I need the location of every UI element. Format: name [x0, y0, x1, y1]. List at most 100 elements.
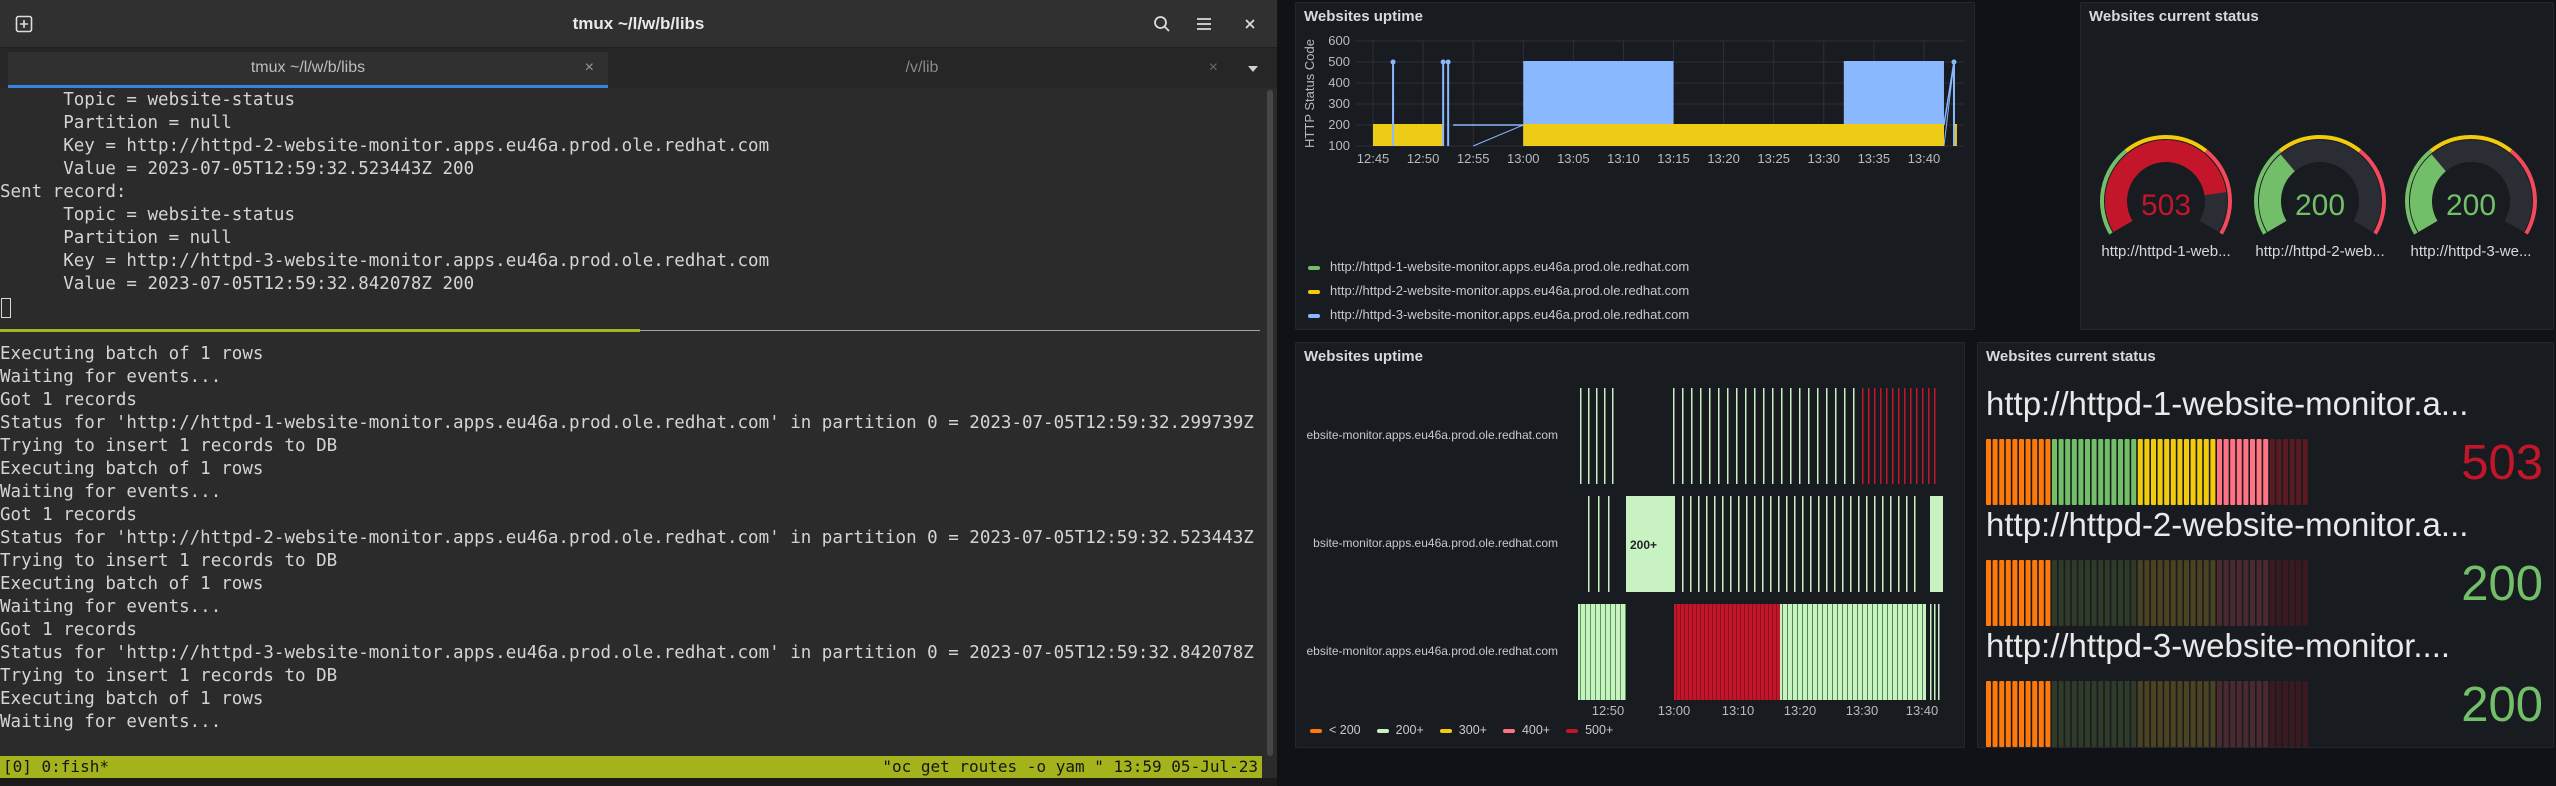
sparkline-bar — [2256, 681, 2262, 747]
legend-item[interactable]: http://httpd-1-website-monitor.apps.eu46… — [1308, 257, 1689, 277]
stat-sparkline — [1986, 681, 2308, 747]
series-area — [1373, 125, 1444, 146]
state-tick — [1867, 604, 1868, 700]
legend-item[interactable]: http://httpd-3-website-monitor.apps.eu46… — [1308, 305, 1689, 325]
state-tick — [1938, 604, 1940, 700]
state-tick — [1700, 604, 1701, 700]
terminal-line: Got 1 records — [0, 505, 137, 525]
state-tick — [1610, 604, 1611, 700]
tab-label: tmux ~/l/w/b/libs — [250, 59, 366, 76]
sparkline-bar — [2236, 681, 2242, 747]
tab-vlib[interactable]: /v/lib × — [612, 52, 1232, 88]
pane-divider[interactable] — [640, 330, 1260, 331]
stat-item[interactable]: http://httpd-3-website-monitor.... 200 — [1986, 627, 2551, 747]
sparkline-bar — [2091, 560, 2097, 626]
state-tick — [1866, 496, 1868, 592]
stat-sparkline — [1986, 439, 2308, 505]
tab-close-icon[interactable]: × — [1209, 52, 1218, 84]
uptime-timeseries-panel[interactable]: Websites uptime 100 200 300 400 500 600 12:45 1… — [1295, 2, 1975, 330]
stat-item[interactable]: http://httpd-1-website-monitor.a... 503 — [1986, 385, 2551, 505]
sparkline-bar — [2302, 681, 2308, 747]
x-tick-label: 13:40 — [1908, 151, 1941, 166]
sparkline-bar — [2302, 560, 2308, 626]
close-window-button[interactable] — [1234, 8, 1266, 40]
terminal-scrollbar[interactable] — [1267, 90, 1273, 756]
sparkline-bar — [2091, 681, 2097, 747]
legend-swatch — [1310, 728, 1322, 733]
legend-item[interactable]: 200+ — [1376, 723, 1424, 737]
state-tick — [1810, 496, 1812, 592]
uptime-timeseries-chart[interactable]: 100 200 300 400 500 600 12:45 12:50 12:55 13:00 13… — [1296, 31, 1975, 271]
stat-url: http://httpd-2-website-monitor.a... — [1986, 506, 2469, 543]
pane-divider-active[interactable] — [0, 329, 640, 332]
sparkline-bar — [2269, 681, 2275, 747]
state-tick — [1794, 496, 1796, 592]
sparkline-bar — [2289, 439, 2295, 505]
x-tick-label: 13:15 — [1657, 151, 1690, 166]
legend-swatch — [1439, 728, 1452, 733]
state-tick — [1770, 496, 1772, 592]
tmux-window-list[interactable]: [0] 0:fish* — [3, 756, 109, 778]
terminal-line: Sent record: — [0, 182, 127, 202]
sparkline-bar — [2170, 681, 2176, 747]
state-tick — [1818, 496, 1820, 592]
legend-item[interactable]: 300+ — [1439, 723, 1487, 737]
uptime-history-chart[interactable]: 200+ 12:50 13:00 13:10 13:20 13:30 13:40 — [1296, 343, 1965, 723]
state-tick — [1608, 496, 1610, 592]
sparkline-bar — [2078, 560, 2084, 626]
state-tick — [1904, 388, 1906, 484]
x-tick-label: 13:00 — [1658, 703, 1691, 718]
panel-title: Websites current status — [2089, 8, 2259, 25]
tab-close-icon[interactable]: × — [585, 52, 594, 84]
sparkline-bar — [2005, 560, 2011, 626]
terminal-line: Partition = null — [0, 113, 232, 133]
sparkline-bar — [2038, 560, 2044, 626]
y-tick-label: 400 — [1328, 75, 1350, 90]
legend-item[interactable]: < 200 — [1310, 723, 1361, 737]
state-tick — [1802, 604, 1803, 700]
status-gauge-panel[interactable]: Websites current status 503 http://httpd-… — [2080, 2, 2554, 330]
sparkline-bar — [2019, 681, 2024, 747]
legend-item[interactable]: http://httpd-2-website-monitor.apps.eu46… — [1308, 281, 1689, 301]
state-tick — [1682, 496, 1684, 592]
state-tick — [1874, 496, 1876, 592]
stat-url: http://httpd-3-website-monitor.... — [1986, 627, 2451, 664]
state-tick — [1615, 604, 1616, 700]
sparkline-bar — [2283, 560, 2288, 626]
state-tick — [1762, 496, 1764, 592]
state-tick — [1604, 388, 1606, 484]
sparkline-bar — [2263, 560, 2269, 626]
main-menu-button[interactable] — [1188, 8, 1220, 40]
status-stat-panel[interactable]: Websites current status http://httpd-1-w… — [1977, 342, 2554, 748]
sparkline-bar — [2038, 439, 2044, 505]
tab-list-button[interactable] — [1242, 58, 1264, 80]
terminal-line: Waiting for events... — [0, 712, 222, 732]
sparkline-bar — [2197, 681, 2203, 747]
sparkline-bar — [2098, 560, 2104, 626]
terminal-line: Key = http://httpd-3-website-monitor.app… — [0, 251, 770, 271]
sparkline-bar — [2131, 681, 2137, 747]
state-tick — [1718, 388, 1720, 484]
state-tick — [1732, 604, 1733, 700]
uptime-history-panel[interactable]: Websites uptime ebsite-monitor.apps.eu46… — [1295, 342, 1965, 748]
tmux-pane-top[interactable]: Topic = website-status Partition = null … — [0, 88, 1260, 328]
state-tick — [1752, 604, 1753, 700]
state-tick — [1772, 388, 1774, 484]
legend-item[interactable]: 500+ — [1566, 723, 1613, 737]
sparkline-bar — [2250, 560, 2255, 626]
stat-item[interactable]: http://httpd-2-website-monitor.a... 200 — [1986, 506, 2551, 626]
legend-item[interactable]: 400+ — [1502, 723, 1550, 737]
state-tick — [1727, 388, 1729, 484]
x-tick-label: 12:55 — [1457, 151, 1490, 166]
sparkline-bar — [2045, 439, 2051, 505]
tab-tmux[interactable]: tmux ~/l/w/b/libs × — [8, 52, 608, 88]
state-tick — [1858, 496, 1860, 592]
sparkline-bar — [2071, 681, 2077, 747]
x-tick-label: 13:35 — [1858, 151, 1891, 166]
tmux-pane-bottom[interactable]: Executing batch of 1 rows Waiting for eve… — [0, 336, 1260, 756]
terminal-window: tmux ~/l/w/b/libs tmux ~/l/w/b/libs × /v… — [0, 0, 1277, 786]
state-tick — [1690, 496, 1692, 592]
sparkline-bar — [2151, 439, 2156, 505]
search-button[interactable] — [1146, 8, 1178, 40]
terminal-line: Waiting for events... — [0, 482, 222, 502]
